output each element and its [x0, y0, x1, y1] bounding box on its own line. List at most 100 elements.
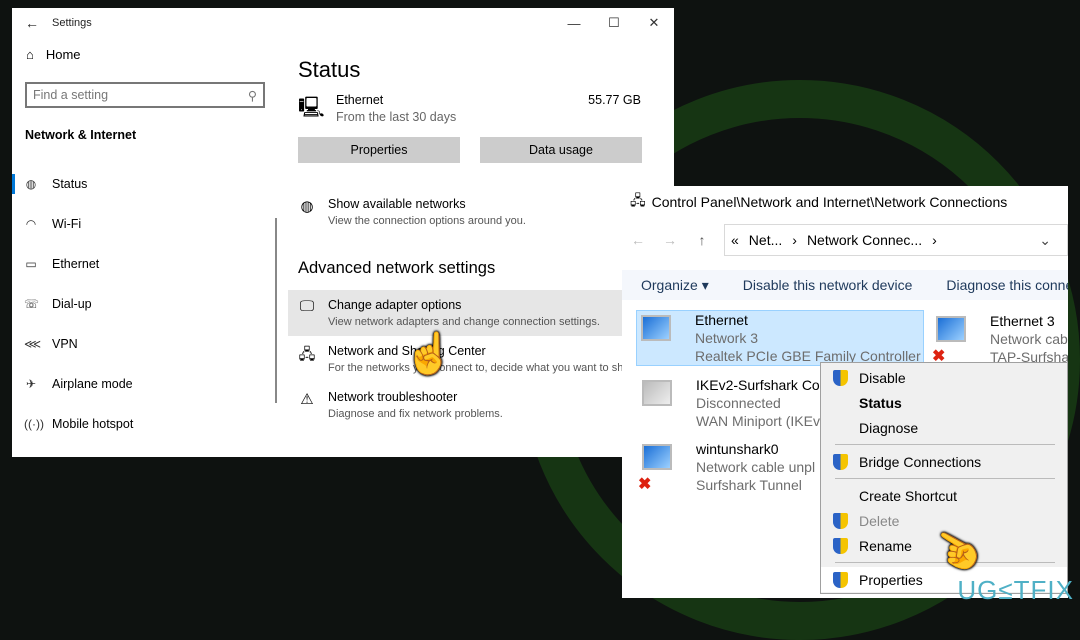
eth-data-size: 55.77 GB [588, 93, 641, 107]
menu-label: Delete [859, 512, 900, 529]
conn-status: Disconnected [696, 395, 781, 411]
window-title: Control Panel\Network and Internet\Netwo… [651, 194, 1008, 210]
nav-label: Mobile hotspot [52, 417, 134, 431]
conn-device: Surfshark Tunnel [696, 477, 802, 493]
connection-item[interactable]: Ethernet Network 3 Realtek PCIe GBE Family… [636, 310, 924, 366]
sidebar-home[interactable]: ⌂ Home [12, 38, 277, 70]
page-title: Status [298, 57, 361, 82]
scrollbar[interactable] [275, 218, 277, 403]
disable-device-button[interactable]: Disable this network device [743, 277, 913, 293]
address-input[interactable]: « Net... › Network Connec... › ⌄ [724, 224, 1068, 256]
shield-icon [833, 572, 848, 588]
data-usage-button[interactable]: Data usage [480, 137, 642, 163]
eth-name: Ethernet [336, 93, 384, 107]
eth-sub: From the last 30 days [336, 110, 457, 124]
sidebar-item-ethernet[interactable]: ▭ Ethernet [12, 244, 277, 284]
sharing-center-link[interactable]: 🖧 Network and Sharing Center For the netwo… [298, 336, 674, 382]
sidebar: ⌂ Home Find a setting ⚲ Network & Internet… [12, 38, 277, 457]
control-panel-icon: 🖧 [630, 192, 646, 208]
sidebar-item-dialup[interactable]: ☏ Dial-up [12, 284, 277, 324]
forward-arrow-icon[interactable]: → [654, 232, 686, 248]
menu-label: Rename [859, 537, 912, 554]
shield-icon [833, 454, 848, 470]
ethernet-status: 🖳 Ethernet From the last 30 days 55.77 GB [298, 93, 674, 127]
hotspot-icon: ((·)) [24, 417, 44, 431]
maximize-button[interactable]: ☐ [594, 8, 634, 38]
address-bar: ← → ↑ « Net... › Network Connec... › ⌄ [622, 218, 1068, 262]
item-desc: View the connection options around you. [328, 215, 526, 227]
conn-name: Ethernet 3 [990, 313, 1055, 329]
globe-icon: ◍ [300, 198, 314, 215]
menu-label: Diagnose [859, 419, 919, 436]
conn-status: Network 3 [695, 330, 759, 346]
properties-button[interactable]: Properties [298, 137, 460, 163]
sidebar-item-vpn[interactable]: ⋘ VPN [12, 324, 277, 364]
up-arrow-icon[interactable]: ↑ [686, 232, 718, 248]
close-button[interactable]: ✕ [634, 8, 674, 38]
chevron-down-icon[interactable]: ⌄ [1039, 232, 1051, 249]
back-arrow-icon[interactable]: ← [12, 15, 52, 31]
home-icon: ⌂ [26, 46, 34, 62]
menu-item-create-shortcut[interactable]: Create Shortcut [821, 483, 1067, 508]
command-bar: Organize ▾ Disable this network device D… [622, 270, 1068, 300]
conn-name: Ethernet [695, 312, 748, 328]
search-input[interactable]: Find a setting ⚲ [25, 82, 265, 108]
connection-item[interactable]: ✖ wintunshark0 Network cable unpl Surfshar… [638, 440, 815, 494]
menu-label: Disable [859, 369, 906, 386]
sidebar-item-hotspot[interactable]: ((·)) Mobile hotspot [12, 404, 277, 444]
diagnose-button[interactable]: Diagnose this conne [946, 277, 1068, 293]
nav-label: Wi-Fi [52, 217, 82, 231]
crumb-network[interactable]: Net... [749, 232, 782, 248]
menu-label: Status [859, 394, 902, 411]
sidebar-item-status[interactable]: ◍ Status [12, 164, 277, 204]
nav-label: Ethernet [52, 257, 100, 271]
sharing-icon: 🖧 [298, 346, 316, 363]
connection-item[interactable]: ✖ Ethernet 3 Network cab TAP-Surfsha [932, 312, 1068, 366]
globe-icon: ◍ [25, 177, 37, 191]
search-icon: ⚲ [247, 88, 257, 103]
connection-item[interactable]: IKEv2-Surfshark Con Disconnected WAN Minip… [638, 376, 828, 430]
ethernet-pc-icon: 🖳 [298, 97, 325, 119]
conn-status: Network cable unpl [696, 459, 816, 475]
menu-separator [835, 478, 1055, 479]
conn-status: Network cab [990, 331, 1068, 347]
menu-label: Properties [859, 571, 923, 588]
watermark-logo: UG≤TFIX [957, 575, 1074, 605]
menu-item-diagnose[interactable]: Diagnose [821, 415, 1067, 440]
sidebar-item-wifi[interactable]: ◠ Wi-Fi [12, 204, 277, 244]
back-arrow-icon[interactable]: ← [622, 232, 654, 248]
nav-label: VPN [52, 337, 78, 351]
troubleshooter-link[interactable]: ⚠ Network troubleshooter Diagnose and fix … [298, 382, 674, 428]
network-adapter-icon [637, 311, 687, 365]
conn-name: IKEv2-Surfshark Con [696, 377, 828, 393]
item-title: Network troubleshooter [328, 390, 458, 404]
menu-item-disable[interactable]: Disable [821, 365, 1067, 390]
conn-name: wintunshark0 [696, 441, 779, 457]
shield-icon [833, 370, 848, 386]
crumb-separator: › [792, 232, 797, 248]
wifi-icon: ◠ [25, 217, 37, 231]
window-title: Settings [52, 17, 92, 29]
menu-item-bridge[interactable]: Bridge Connections [821, 449, 1067, 474]
sidebar-item-airplane[interactable]: ✈ Airplane mode [12, 364, 277, 404]
item-desc: Diagnose and fix network problems. [328, 408, 503, 420]
organize-button[interactable]: Organize ▾ [641, 277, 709, 294]
change-adapter-options-link[interactable]: 🖵 Change adapter options View network adap… [288, 290, 674, 336]
vpn-icon: ⋘ [24, 337, 42, 351]
section-heading: Network & Internet [25, 128, 137, 142]
minimize-button[interactable]: — [554, 8, 594, 38]
adapter-icon: 🖵 [299, 298, 315, 315]
search-placeholder: Find a setting [33, 88, 109, 102]
home-label: Home [45, 46, 81, 62]
crumb-overflow[interactable]: « [731, 232, 739, 248]
network-adapter-icon: ✖ [932, 312, 982, 366]
network-adapter-icon: ✖ [638, 440, 688, 494]
menu-item-status[interactable]: Status [821, 390, 1067, 415]
wan-adapter-icon [638, 376, 688, 430]
airplane-icon: ✈ [25, 377, 37, 391]
pointer-hand-icon: ☝ [404, 332, 454, 376]
show-networks-link[interactable]: ◍ Show available networks View the connect… [298, 189, 674, 235]
settings-window: ← Settings — ☐ ✕ ⌂ Home Find a setting ⚲ N… [12, 8, 674, 457]
advanced-heading: Advanced network settings [298, 259, 496, 277]
crumb-connections[interactable]: Network Connec... [807, 232, 922, 248]
